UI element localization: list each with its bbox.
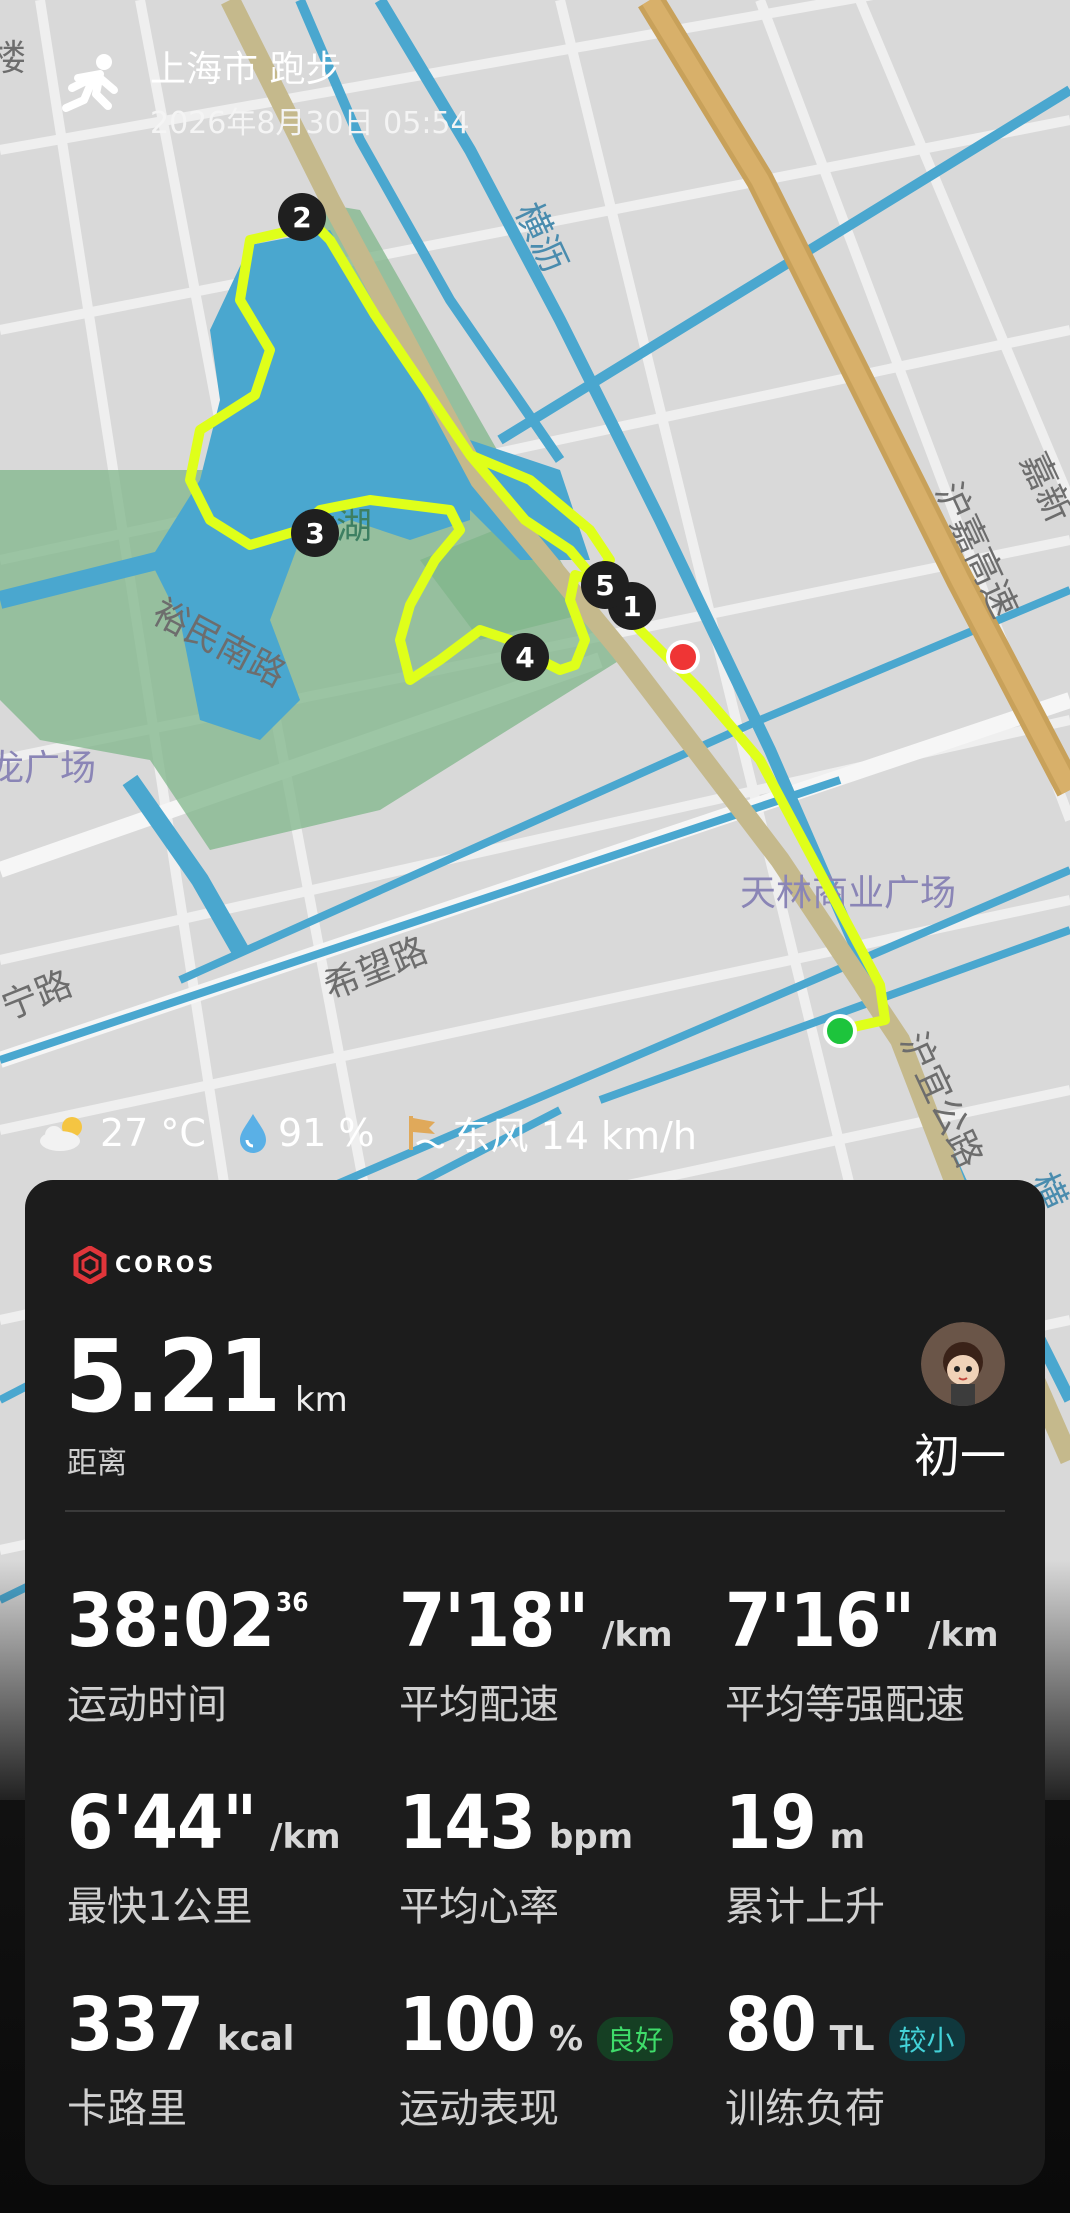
km-marker-4[interactable]: 4	[501, 633, 549, 681]
stat-duration: 38:02 36 运动时间	[67, 1578, 308, 1730]
user-name: 初一	[914, 1429, 1006, 1483]
km-marker-5[interactable]: 5	[581, 561, 629, 609]
km-marker-2[interactable]: 2	[278, 193, 326, 241]
fastest-km-unit: /km	[270, 1817, 341, 1857]
stat-avg-grade-adjusted-pace: 7'16" /km 平均等强配速	[725, 1578, 999, 1730]
start-point-marker[interactable]	[823, 1014, 857, 1048]
duration-value: 38:02	[67, 1578, 275, 1664]
fastest-km-value: 6'44"	[67, 1780, 257, 1866]
svg-text:3: 3	[305, 517, 324, 550]
end-point-marker[interactable]	[666, 640, 700, 674]
stat-performance: 100 % 良好 运动表现	[399, 1982, 674, 2134]
distance-unit: km	[294, 1380, 348, 1420]
training-load-badge: 较小	[888, 2017, 965, 2061]
stat-avg-heart-rate: 143 bpm 平均心率	[399, 1780, 633, 1932]
performance-unit: %	[548, 2019, 584, 2059]
grade-pace-value: 7'16"	[725, 1578, 915, 1664]
grade-pace-unit: /km	[928, 1615, 999, 1655]
humidity: 91 %	[277, 1110, 375, 1155]
heart-rate-unit: bpm	[548, 1817, 634, 1857]
card-divider	[65, 1510, 1005, 1512]
distance-label: 距离	[67, 1446, 127, 1481]
training-load-unit: TL	[829, 2019, 875, 2059]
km-marker-3[interactable]: 3	[291, 509, 339, 557]
running-icon	[62, 54, 118, 112]
heart-rate-value: 143	[399, 1780, 536, 1866]
stat-fastest-km: 6'44" /km 最快1公里	[67, 1780, 341, 1932]
training-load-label: 训练负荷	[725, 2086, 885, 2132]
avg-pace-label: 平均配速	[399, 1682, 559, 1728]
elevation-unit: m	[829, 1817, 866, 1857]
wind-flag-icon	[408, 1115, 444, 1150]
brand-name: COROS	[115, 1252, 217, 1278]
stat-calories: 337 kcal 卡路里	[67, 1982, 294, 2134]
duration-hundredths: 36	[275, 1588, 309, 1618]
stat-avg-pace: 7'18" /km 平均配速	[399, 1578, 673, 1730]
duration-label: 运动时间	[67, 1682, 227, 1728]
plaza-label-tianlin: 天林商业广场	[740, 873, 956, 914]
training-load-value: 80	[725, 1982, 817, 2068]
elevation-value: 19	[725, 1780, 817, 1866]
wind: 东风 14 km/h	[452, 1114, 697, 1158]
activity-datetime: 2026年8月30日 05:54	[150, 106, 470, 141]
fastest-km-label: 最快1公里	[67, 1884, 253, 1930]
humidity-icon	[239, 1113, 266, 1153]
calories-label: 卡路里	[67, 2086, 187, 2132]
distance-value: 5.21	[65, 1318, 281, 1435]
grade-pace-label: 平均等强配速	[725, 1682, 965, 1728]
stat-training-load: 80 TL 较小 训练负荷	[725, 1982, 965, 2134]
svg-text:4: 4	[515, 641, 534, 674]
performance-label: 运动表现	[399, 2086, 559, 2132]
avg-pace-unit: /km	[602, 1615, 673, 1655]
svg-text:2: 2	[292, 201, 311, 234]
brand-logo: COROS	[73, 1246, 216, 1284]
svg-text:5: 5	[595, 569, 614, 602]
avg-pace-value: 7'18"	[399, 1578, 589, 1664]
performance-value: 100	[399, 1982, 536, 2068]
temperature: 27 °C	[100, 1110, 206, 1155]
activity-title: 上海市 跑步	[150, 49, 342, 90]
distance-value-row: 5.21 km	[65, 1318, 348, 1435]
user-avatar[interactable]	[921, 1322, 1005, 1406]
performance-badge: 良好	[597, 2017, 674, 2061]
calories-unit: kcal	[216, 2019, 295, 2059]
partly-cloudy-icon	[40, 1116, 82, 1151]
activity-summary-card: COROS 5.21 km 距离 初一 38:02 36 运动时间 7'18" …	[25, 1180, 1045, 2185]
coros-logo-icon	[73, 1246, 107, 1284]
calories-value: 337	[67, 1982, 204, 2068]
elevation-label: 累计上升	[725, 1884, 885, 1930]
area-label-lou: 楼	[0, 38, 26, 79]
plaza-label-left: 龙广场	[0, 748, 96, 789]
stat-elevation-gain: 19 m 累计上升	[725, 1780, 885, 1932]
weather-bar: 27 °C 91 % 东风 14 km/h	[36, 1105, 727, 1160]
heart-rate-label: 平均心率	[399, 1884, 559, 1930]
